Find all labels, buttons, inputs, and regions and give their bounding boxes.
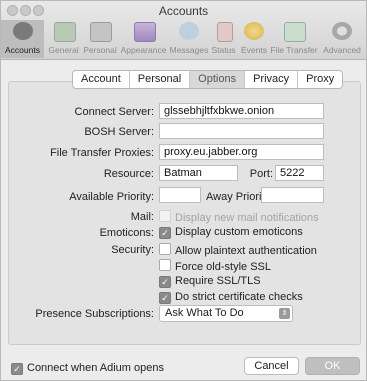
window-title: Accounts xyxy=(158,4,209,18)
emoticons-label: Emoticons: xyxy=(99,227,154,239)
titlebar: Accounts Accounts General Personal Appea… xyxy=(1,1,366,60)
presence-subscriptions-label: Presence Subscriptions: xyxy=(35,308,154,320)
checkbox-label: Do strict certificate checks xyxy=(175,291,303,303)
toolbar-item-appearance[interactable]: Appearance xyxy=(119,20,168,58)
toolbar-item-personal[interactable]: Personal xyxy=(82,20,118,58)
toolbar-item-general[interactable]: General xyxy=(45,20,82,58)
toolbar-item-label: Accounts xyxy=(5,45,40,55)
security-label: Security: xyxy=(111,244,154,256)
tab-options[interactable]: Options xyxy=(190,71,246,88)
file-transfer-proxies-field[interactable]: proxy.eu.jabber.org xyxy=(159,144,324,160)
checkbox-label: Display new mail notifications xyxy=(175,212,319,224)
toolbar-item-accounts[interactable]: Accounts xyxy=(1,20,44,58)
resource-label: Resource: xyxy=(103,168,154,180)
accounts-icon xyxy=(12,22,33,40)
preferences-toolbar: Accounts General Personal Appearance Mes… xyxy=(1,20,366,58)
messages-icon xyxy=(179,22,199,40)
ok-button[interactable]: OK xyxy=(305,357,360,375)
toolbar-item-label: General xyxy=(48,45,79,55)
available-priority-field[interactable] xyxy=(159,187,201,203)
custom-emoticons-checkbox[interactable]: ✓ Display custom emoticons xyxy=(159,226,303,239)
tab-privacy[interactable]: Privacy xyxy=(245,71,299,88)
checkbox-box xyxy=(159,259,171,271)
away-priority-label: Away Priority: xyxy=(206,191,274,203)
connect-on-launch-checkbox[interactable]: ✓ Connect when Adium opens xyxy=(11,362,164,375)
plaintext-auth-checkbox[interactable]: Allow plaintext authentication xyxy=(159,243,317,257)
select-value: Ask What To Do xyxy=(165,307,244,319)
toolbar-item-label: File Transfer xyxy=(270,45,318,55)
status-icon xyxy=(216,22,233,42)
toolbar-item-label: Events xyxy=(241,45,267,55)
checkmark-icon: ✓ xyxy=(159,227,171,239)
mail-notifications-checkbox[interactable]: Display new mail notifications xyxy=(159,210,319,224)
toolbar-item-label: Advanced xyxy=(323,45,361,55)
toolbar-item-label: Appearance xyxy=(120,45,167,55)
connect-server-field[interactable]: glssebhjltfxbkwe.onion xyxy=(159,103,324,119)
checkbox-label: Connect when Adium opens xyxy=(27,362,164,374)
checkbox-label: Require SSL/TLS xyxy=(175,275,261,287)
mail-label: Mail: xyxy=(130,211,154,223)
toolbar-item-label: Messages xyxy=(169,45,209,55)
port-field[interactable]: 5222 xyxy=(275,165,324,181)
connect-server-label: Connect Server: xyxy=(74,106,154,118)
bosh-server-field[interactable] xyxy=(159,123,324,139)
require-ssl-tls-checkbox[interactable]: ✓ Require SSL/TLS xyxy=(159,275,261,288)
account-tabs: Account Personal Options Privacy Proxy xyxy=(72,70,344,89)
old-style-ssl-checkbox[interactable]: Force old-style SSL xyxy=(159,259,271,273)
toolbar-item-label: Personal xyxy=(83,45,117,55)
away-priority-field[interactable] xyxy=(261,187,324,203)
presence-subscriptions-select[interactable]: Ask What To Do ⇕ xyxy=(159,305,293,322)
cancel-button[interactable]: Cancel xyxy=(244,357,299,375)
strict-cert-checks-checkbox[interactable]: ✓ Do strict certificate checks xyxy=(159,291,303,304)
tab-personal[interactable]: Personal xyxy=(130,71,191,88)
checkbox-label: Display custom emoticons xyxy=(175,226,303,238)
checkbox-box xyxy=(159,243,171,255)
checkbox-label: Force old-style SSL xyxy=(175,261,271,273)
checkmark-icon: ✓ xyxy=(159,276,171,288)
advanced-icon xyxy=(332,22,352,40)
bosh-server-label: BOSH Server: xyxy=(84,126,154,138)
toolbar-item-label: Status xyxy=(211,45,236,55)
appearance-icon xyxy=(133,22,156,42)
stepper-arrows-icon: ⇕ xyxy=(279,308,290,319)
resource-field[interactable]: Batman xyxy=(159,165,238,181)
toolbar-item-status[interactable]: Status xyxy=(210,20,237,58)
checkmark-icon: ✓ xyxy=(159,292,171,304)
checkbox-label: Allow plaintext authentication xyxy=(175,245,317,257)
events-icon xyxy=(244,22,264,40)
general-icon xyxy=(53,22,76,42)
accounts-window: Accounts Accounts General Personal Appea… xyxy=(0,0,367,381)
toolbar-item-advanced[interactable]: Advanced xyxy=(319,20,365,58)
port-label: Port: xyxy=(249,168,273,180)
checkbox-box xyxy=(159,210,171,222)
toolbar-item-messages[interactable]: Messages xyxy=(168,20,210,58)
available-priority-label: Available Priority: xyxy=(69,191,154,203)
checkmark-icon: ✓ xyxy=(11,363,23,375)
toolbar-item-file-transfer[interactable]: File Transfer xyxy=(270,20,318,58)
file-transfer-icon xyxy=(284,22,306,42)
file-transfer-proxies-label: File Transfer Proxies: xyxy=(50,147,154,159)
tab-proxy[interactable]: Proxy xyxy=(298,71,342,88)
toolbar-item-events[interactable]: Events xyxy=(238,20,270,58)
personal-icon xyxy=(90,22,112,42)
tab-account[interactable]: Account xyxy=(73,71,130,88)
